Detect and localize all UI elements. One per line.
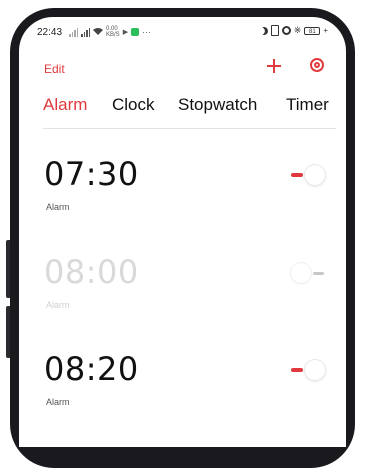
status-right-icons: ※ 81 +	[260, 25, 328, 36]
tab-timer[interactable]: Timer	[286, 95, 329, 115]
alarm-item[interactable]: 07:30 Alarm	[19, 155, 346, 235]
alarm-item[interactable]: 08:20 Alarm	[19, 350, 346, 430]
status-time: 22:43	[37, 27, 63, 38]
alarm-label: Alarm	[46, 202, 70, 212]
alarm-toggle[interactable]	[289, 262, 327, 284]
bluetooth-icon: ※	[293, 25, 302, 35]
tab-stopwatch[interactable]: Stopwatch	[178, 95, 257, 115]
signal-icon	[69, 27, 78, 37]
wifi-icon	[93, 27, 103, 38]
do-not-disturb-icon	[259, 25, 269, 35]
settings-icon[interactable]	[309, 57, 325, 73]
status-bar: 22:43 0.00 KB/S ▶ ··· ※ 81 +	[19, 17, 346, 45]
clock-app-screen: 22:43 0.00 KB/S ▶ ··· ※ 81 + Edit Alarm …	[19, 17, 346, 447]
signal-icon	[81, 27, 90, 37]
alarm-time: 08:20	[44, 350, 139, 388]
alarm-status-icon	[281, 26, 291, 35]
vibrate-icon	[270, 25, 279, 36]
alarm-item[interactable]: 08:00 Alarm	[19, 253, 346, 333]
app-notification-icon	[131, 28, 140, 36]
charging-icon: +	[323, 26, 328, 35]
navigation-icon: ▶	[122, 29, 129, 36]
alarm-label: Alarm	[46, 397, 70, 407]
status-left-icons: 0.00 KB/S ▶ ···	[69, 26, 151, 38]
alarm-time: 07:30	[44, 155, 139, 193]
tab-divider	[43, 128, 336, 129]
alarm-toggle[interactable]	[289, 164, 327, 186]
edit-button[interactable]: Edit	[44, 62, 65, 76]
more-icon: ···	[142, 27, 152, 37]
alarm-toggle[interactable]	[289, 359, 327, 381]
tab-alarm[interactable]: Alarm	[43, 95, 87, 115]
alarm-label: Alarm	[46, 300, 70, 310]
tab-clock[interactable]: Clock	[112, 95, 155, 115]
network-speed: 0.00 KB/S	[106, 26, 120, 38]
battery-icon: 81	[304, 26, 321, 35]
tab-bar: Alarm Clock Stopwatch Timer	[19, 95, 346, 121]
plus-icon[interactable]	[263, 55, 285, 77]
alarm-time: 08:00	[44, 253, 139, 291]
device-background: 22:43 0.00 KB/S ▶ ··· ※ 81 + Edit Alarm …	[0, 0, 365, 468]
